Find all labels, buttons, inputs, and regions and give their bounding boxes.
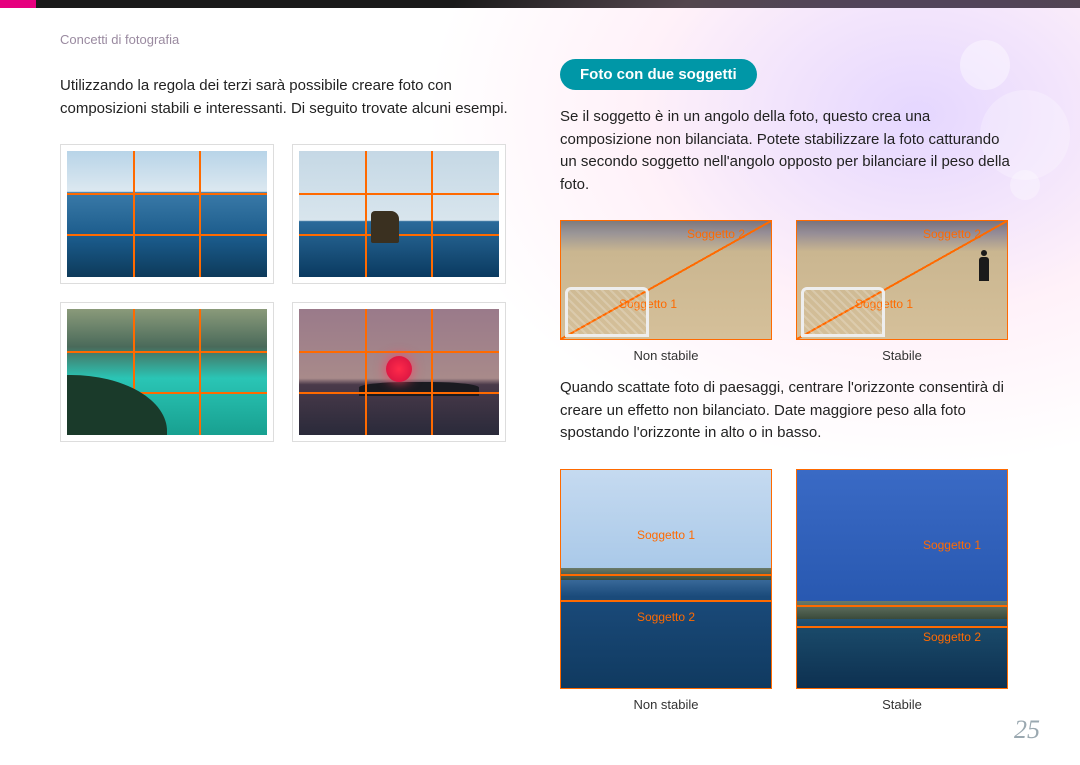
subject-2-label: Soggetto 2 <box>687 227 745 241</box>
subject-1-label: Soggetto 1 <box>637 528 695 542</box>
photo-ocean-horizon <box>67 151 267 277</box>
two-subjects-paragraph: Se il soggetto è in un angolo della foto… <box>560 106 1020 196</box>
stable-sea: Soggetto 1 Soggetto 2 Stabile <box>796 469 1008 712</box>
intro-paragraph: Utilizzando la regola dei terzi sarà pos… <box>60 75 520 120</box>
top-accent <box>0 0 36 8</box>
example-thumb <box>60 144 274 284</box>
horizon-paragraph: Quando scattate foto di paesaggi, centra… <box>560 377 1020 445</box>
example-thumb <box>292 144 506 284</box>
island <box>797 601 1007 619</box>
page-number: 25 <box>1014 715 1040 745</box>
horizon-line <box>561 600 771 602</box>
unstable-sea: Soggetto 1 Soggetto 2 Non stabile <box>560 469 772 712</box>
breadcrumb: Concetti di fotografia <box>60 32 520 47</box>
stable-goal: Soggetto 2 Soggetto 1 Stabile <box>796 220 1008 363</box>
goal-photo-pair: Soggetto 2 Soggetto 1 Non stabile Sogget… <box>560 220 1020 363</box>
horizon-line <box>797 626 1007 628</box>
photo-lake <box>67 309 267 435</box>
photo-sea-unstable: Soggetto 1 Soggetto 2 <box>560 469 772 689</box>
caption-unstable: Non stabile <box>560 697 772 712</box>
left-column: Concetti di fotografia Utilizzando la re… <box>60 32 520 720</box>
subject-2-label: Soggetto 2 <box>923 227 981 241</box>
subject-1-label: Soggetto 1 <box>923 538 981 552</box>
example-thumb <box>292 302 506 442</box>
example-thumb <box>60 302 274 442</box>
horizon-line <box>797 605 1007 607</box>
photo-sunset <box>299 309 499 435</box>
photo-goal-stable: Soggetto 2 Soggetto 1 <box>796 220 1008 340</box>
person-icon <box>979 257 989 281</box>
subject-2-label: Soggetto 2 <box>637 610 695 624</box>
sea-photo-pair: Soggetto 1 Soggetto 2 Non stabile Sogget… <box>560 469 1020 712</box>
rule-of-thirds-grid <box>60 144 520 442</box>
caption-stable: Stabile <box>796 348 1008 363</box>
photo-sea-stable: Soggetto 1 Soggetto 2 <box>796 469 1008 689</box>
photo-ocean-rock <box>299 151 499 277</box>
unstable-goal: Soggetto 2 Soggetto 1 Non stabile <box>560 220 772 363</box>
subject-1-label: Soggetto 1 <box>619 297 677 311</box>
horizon-line <box>561 574 771 576</box>
subject-1-label: Soggetto 1 <box>855 297 913 311</box>
top-bar <box>0 0 1080 8</box>
caption-stable: Stabile <box>796 697 1008 712</box>
caption-unstable: Non stabile <box>560 348 772 363</box>
subject-2-label: Soggetto 2 <box>923 630 981 644</box>
photo-goal-unstable: Soggetto 2 Soggetto 1 <box>560 220 772 340</box>
section-pill: Foto con due soggetti <box>560 59 757 90</box>
right-column: Foto con due soggetti Se il soggetto è i… <box>560 32 1020 720</box>
